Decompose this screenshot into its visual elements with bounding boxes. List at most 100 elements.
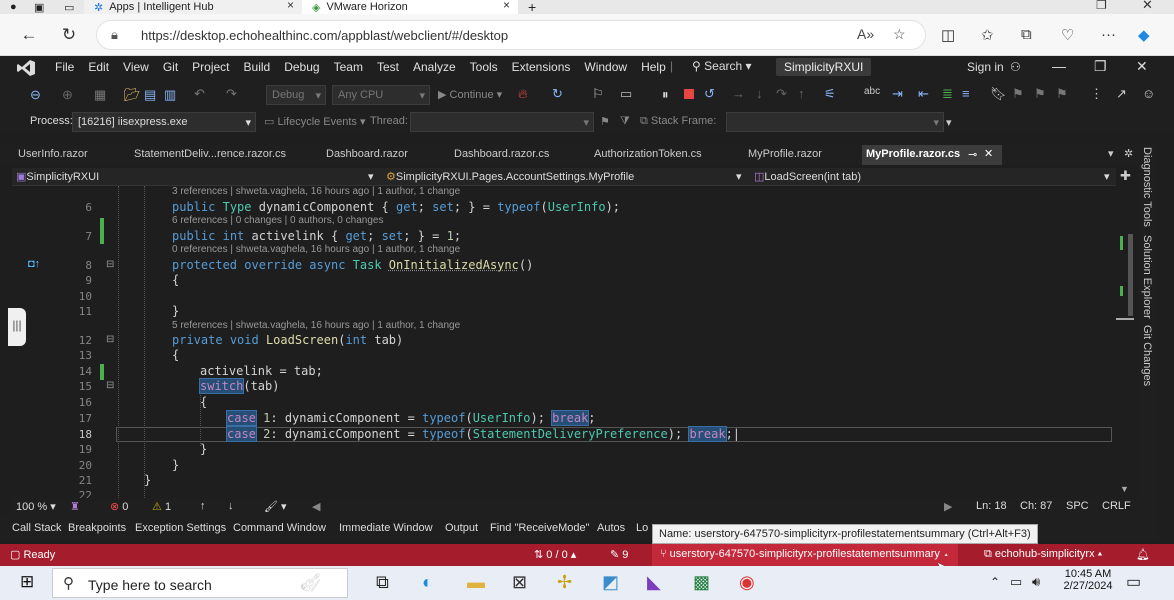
new-tab-button[interactable]: + <box>518 0 546 14</box>
tab-breakpoints[interactable]: Breakpoints <box>68 522 126 534</box>
menu-view[interactable]: View <box>116 60 156 74</box>
hot-reload-icon[interactable]: 🔥︎ <box>518 86 528 102</box>
open-folder-icon[interactable]: 📂︎ <box>124 87 141 103</box>
step-out-icon[interactable]: ↑ <box>798 86 805 101</box>
show-next-statement-icon[interactable]: → <box>732 86 745 101</box>
zoom-dropdown[interactable]: 100 % ▾ <box>16 500 56 513</box>
codelens[interactable]: 5 references | shweta.vaghela, 16 hours … <box>172 320 460 331</box>
tab-myprofile-razor-cs[interactable]: MyProfile.razor.cs ⊸ ✕ <box>862 145 1002 165</box>
tab-autos[interactable]: Autos <box>597 522 625 534</box>
solution-configuration-dropdown[interactable]: Debug ▾ <box>266 85 326 105</box>
tab-locals[interactable]: Lo <box>636 522 648 534</box>
close-icon[interactable]: × <box>287 0 294 12</box>
feedback-icon[interactable]: ☺ <box>1142 86 1155 101</box>
tab-list-icon[interactable]: ▾ <box>1108 147 1114 160</box>
tab-dashboard-razor-cs[interactable]: Dashboard.razor.cs <box>436 145 576 165</box>
maximize-icon[interactable]: ❐ <box>1094 58 1107 75</box>
menu-extensions[interactable]: Extensions <box>505 60 578 74</box>
menu-window[interactable]: Window <box>577 60 634 74</box>
gear-icon[interactable]: ✲ <box>1124 147 1133 160</box>
class-dropdown[interactable]: ⚙SimplicityRXUI.Pages.AccountSettings.My… <box>386 170 634 183</box>
profile-icon[interactable]: ● <box>0 0 24 14</box>
network-icon[interactable]: ▭ <box>1010 574 1022 590</box>
project-dropdown[interactable]: ▣SimplicityRXUI <box>16 170 99 183</box>
close-icon[interactable]: ✕ <box>984 147 993 160</box>
menu-help[interactable]: Help <box>634 60 673 74</box>
minimize-icon[interactable]: — <box>1052 58 1066 74</box>
menu-project[interactable]: Project <box>185 60 236 74</box>
diagnostic-tools-tab[interactable]: Diagnostic Tools <box>1141 147 1153 227</box>
chevron-down-icon[interactable]: ▾ <box>368 170 374 183</box>
person-icon[interactable]: ⚇ <box>1010 60 1021 74</box>
scroll-thumb[interactable] <box>1128 234 1133 316</box>
menu-team[interactable]: Team <box>327 60 370 74</box>
url-bar[interactable]: 🔒︎ https://desktop.echohealthinc.com/app… <box>96 20 926 50</box>
split-editor-icon[interactable]: ✚ <box>1120 168 1131 184</box>
close-window-icon[interactable]: ✕ <box>1142 0 1153 13</box>
collapse-icon[interactable]: ⊟ <box>106 380 114 391</box>
pin-icon[interactable]: ⊸ <box>968 148 977 161</box>
tab-authorizationtoken-cs[interactable]: AuthorizationToken.cs <box>576 145 730 165</box>
uncomment-icon[interactable]: ≡ <box>962 86 970 101</box>
live-share-icon[interactable]: ↗ <box>1116 86 1127 102</box>
back-icon[interactable]: ← <box>18 25 40 45</box>
tab-actions-icon[interactable]: ▭ <box>54 0 84 14</box>
copilot-icon[interactable]: ♜ <box>70 500 80 513</box>
navigate-back-icon[interactable]: ⊖ <box>30 87 41 103</box>
toolbar-options-icon[interactable]: ⋮ <box>1090 86 1103 102</box>
browser-essentials-icon[interactable]: ♡ <box>1061 26 1074 44</box>
outdent-icon[interactable]: ⇤ <box>918 86 929 102</box>
navigate-forward-icon[interactable]: ⊕ <box>62 87 73 103</box>
pause-icon[interactable]: ⏸︎ <box>662 87 669 103</box>
solution-platform-dropdown[interactable]: Any CPU ▾ <box>332 85 430 105</box>
restore-icon[interactable]: ❐ <box>1096 0 1107 12</box>
pending-changes-indicator[interactable]: ✎ 9 <box>610 548 628 561</box>
side-panel-handle[interactable]: ||| <box>8 308 26 346</box>
tab-find-results[interactable]: Find "ReceiveMode" <box>490 522 590 534</box>
code-editor[interactable]: ◘↑ ⊟ ⊟ ⊟ 3 references | shweta.vaghela, … <box>12 186 1116 498</box>
windows-start-icon[interactable]: ⊞ <box>20 572 34 592</box>
collapse-icon[interactable]: ⊟ <box>106 334 114 345</box>
more-icon[interactable]: ··· <box>1101 26 1116 43</box>
favorite-star-icon[interactable]: ☆ <box>893 26 906 43</box>
save-all-icon[interactable]: ▥ <box>164 87 176 103</box>
save-icon[interactable]: ▤ <box>144 87 156 103</box>
codelens[interactable]: 0 references | shweta.vaghela, 16 hours … <box>172 244 460 255</box>
solution-explorer-tab[interactable]: Solution Explorer <box>1141 235 1153 319</box>
chevron-down-icon[interactable]: ▾ <box>736 170 742 183</box>
vertical-scrollbar[interactable]: ▼ <box>1116 186 1134 498</box>
app-icon[interactable]: ✢ <box>557 572 572 593</box>
undo-icon[interactable]: ↶ <box>194 86 205 102</box>
menu-analyze[interactable]: Analyze <box>406 60 463 74</box>
redo-icon[interactable]: ↷ <box>226 86 237 102</box>
close-icon[interactable]: ✕ <box>1136 58 1148 75</box>
tab-call-stack[interactable]: Call Stack <box>12 522 62 534</box>
favorites-icon[interactable]: ✩ <box>981 26 994 44</box>
show-hidden-icons-icon[interactable]: ⌃ <box>990 575 1000 589</box>
step-over-icon[interactable]: ↷ <box>776 86 787 102</box>
next-issue-icon[interactable]: ↓ <box>228 500 234 512</box>
comment-icon[interactable]: ≣ <box>942 86 953 102</box>
restart-icon[interactable]: ↻ <box>552 86 563 102</box>
menu-build[interactable]: Build <box>237 60 278 74</box>
new-project-icon[interactable]: ▦ <box>94 87 106 103</box>
taskbar-search-box[interactable]: ⚲ Type here to search 🎻︎ <box>52 568 348 598</box>
stack-frame-dropdown[interactable]: ▾ <box>726 112 944 132</box>
visual-studio-taskbar-icon[interactable]: ◣ <box>647 572 661 593</box>
collections-icon[interactable]: ⧉ <box>1021 26 1032 43</box>
scroll-right-icon[interactable]: ▶ <box>944 500 952 513</box>
bookmark-icon[interactable]: 🔖︎ <box>990 86 1007 102</box>
store-icon[interactable]: ⊠ <box>512 572 527 593</box>
tab-output[interactable]: Output <box>445 522 478 534</box>
task-view-icon[interactable]: ⧉ <box>376 572 389 593</box>
git-sync-indicator[interactable]: ⇅ 0 / 0 ▴ <box>534 548 576 561</box>
scroll-down-icon[interactable]: ▼ <box>1120 484 1129 494</box>
restart-debug-icon[interactable]: ↺ <box>704 86 715 102</box>
tab-immediate-window[interactable]: Immediate Window <box>339 522 433 534</box>
repository-selector[interactable]: ⧉ echohub-simplicityrx ▴ <box>984 548 1102 561</box>
excel-icon[interactable]: ▩ <box>693 572 710 593</box>
menu-tools[interactable]: Tools <box>463 60 505 74</box>
flag-icon[interactable]: ⚑ <box>600 115 610 128</box>
continue-button[interactable]: ▶ Continue ▾ <box>438 88 502 101</box>
chrome-icon[interactable]: ◉ <box>739 572 755 593</box>
